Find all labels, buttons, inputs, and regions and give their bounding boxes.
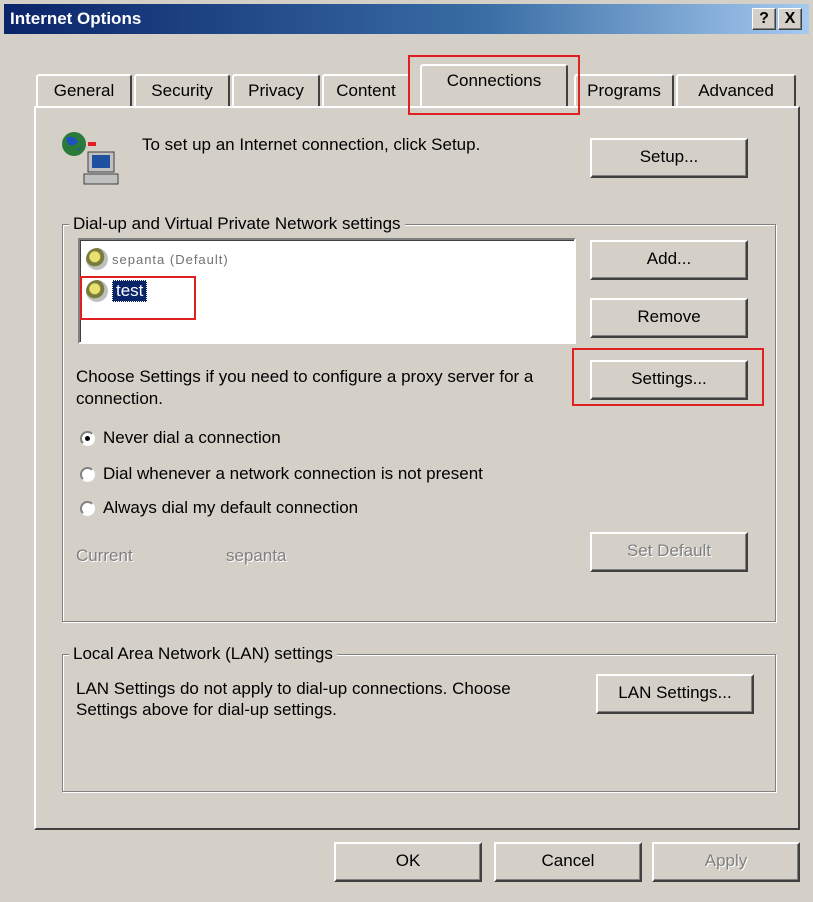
- highlight-connections-tab: [408, 55, 580, 115]
- tab-content[interactable]: Content: [322, 74, 410, 108]
- title-bar: Internet Options ? X: [4, 4, 809, 34]
- lan-description: LAN Settings do not apply to dial-up con…: [76, 679, 511, 719]
- current-label: Current: [76, 546, 133, 565]
- setup-button[interactable]: Setup...: [590, 138, 748, 178]
- ok-button[interactable]: OK: [334, 842, 482, 882]
- dialup-legend: Dial-up and Virtual Private Network sett…: [69, 214, 405, 234]
- radio-label: Always dial my default connection: [103, 498, 359, 517]
- current-value: sepanta: [226, 546, 287, 565]
- dialup-connection-icon: [86, 248, 108, 270]
- close-button[interactable]: X: [778, 8, 802, 30]
- radio-button[interactable]: [80, 500, 95, 516]
- setup-description: To set up an Internet connection, click …: [142, 135, 481, 154]
- radio-always-dial[interactable]: Always dial my default connection: [80, 498, 358, 518]
- radio-label: Dial whenever a network connection is no…: [103, 464, 483, 483]
- radio-button[interactable]: [80, 466, 95, 482]
- proxy-description: Choose Settings if you need to configure…: [76, 367, 534, 408]
- list-item[interactable]: sepanta (Default): [86, 244, 229, 274]
- cancel-button[interactable]: Cancel: [494, 842, 642, 882]
- highlight-settings-button: [572, 348, 764, 406]
- lan-settings-button[interactable]: LAN Settings...: [596, 674, 754, 714]
- internet-options-dialog: Internet Options ? X General Security Pr…: [0, 0, 813, 902]
- add-button[interactable]: Add...: [590, 240, 748, 280]
- tab-privacy[interactable]: Privacy: [232, 74, 320, 108]
- help-button[interactable]: ?: [752, 8, 776, 30]
- highlight-test-item: [80, 276, 196, 320]
- radio-button[interactable]: [80, 430, 95, 446]
- lan-legend: Local Area Network (LAN) settings: [69, 644, 337, 664]
- radio-dial-when-no-network[interactable]: Dial whenever a network connection is no…: [80, 464, 483, 484]
- remove-button[interactable]: Remove: [590, 298, 748, 338]
- radio-never-dial[interactable]: Never dial a connection: [80, 428, 281, 448]
- tab-advanced[interactable]: Advanced: [676, 74, 796, 108]
- tab-general[interactable]: General: [36, 74, 132, 108]
- connections-panel: To set up an Internet connection, click …: [34, 106, 800, 830]
- set-default-button[interactable]: Set Default: [590, 532, 748, 572]
- apply-button[interactable]: Apply: [652, 842, 800, 882]
- tab-programs[interactable]: Programs: [574, 74, 674, 108]
- list-item-label: sepanta (Default): [112, 251, 229, 267]
- window-title: Internet Options: [10, 9, 142, 28]
- radio-label: Never dial a connection: [103, 428, 281, 447]
- network-computer-icon: [58, 130, 122, 190]
- tab-security[interactable]: Security: [134, 74, 230, 108]
